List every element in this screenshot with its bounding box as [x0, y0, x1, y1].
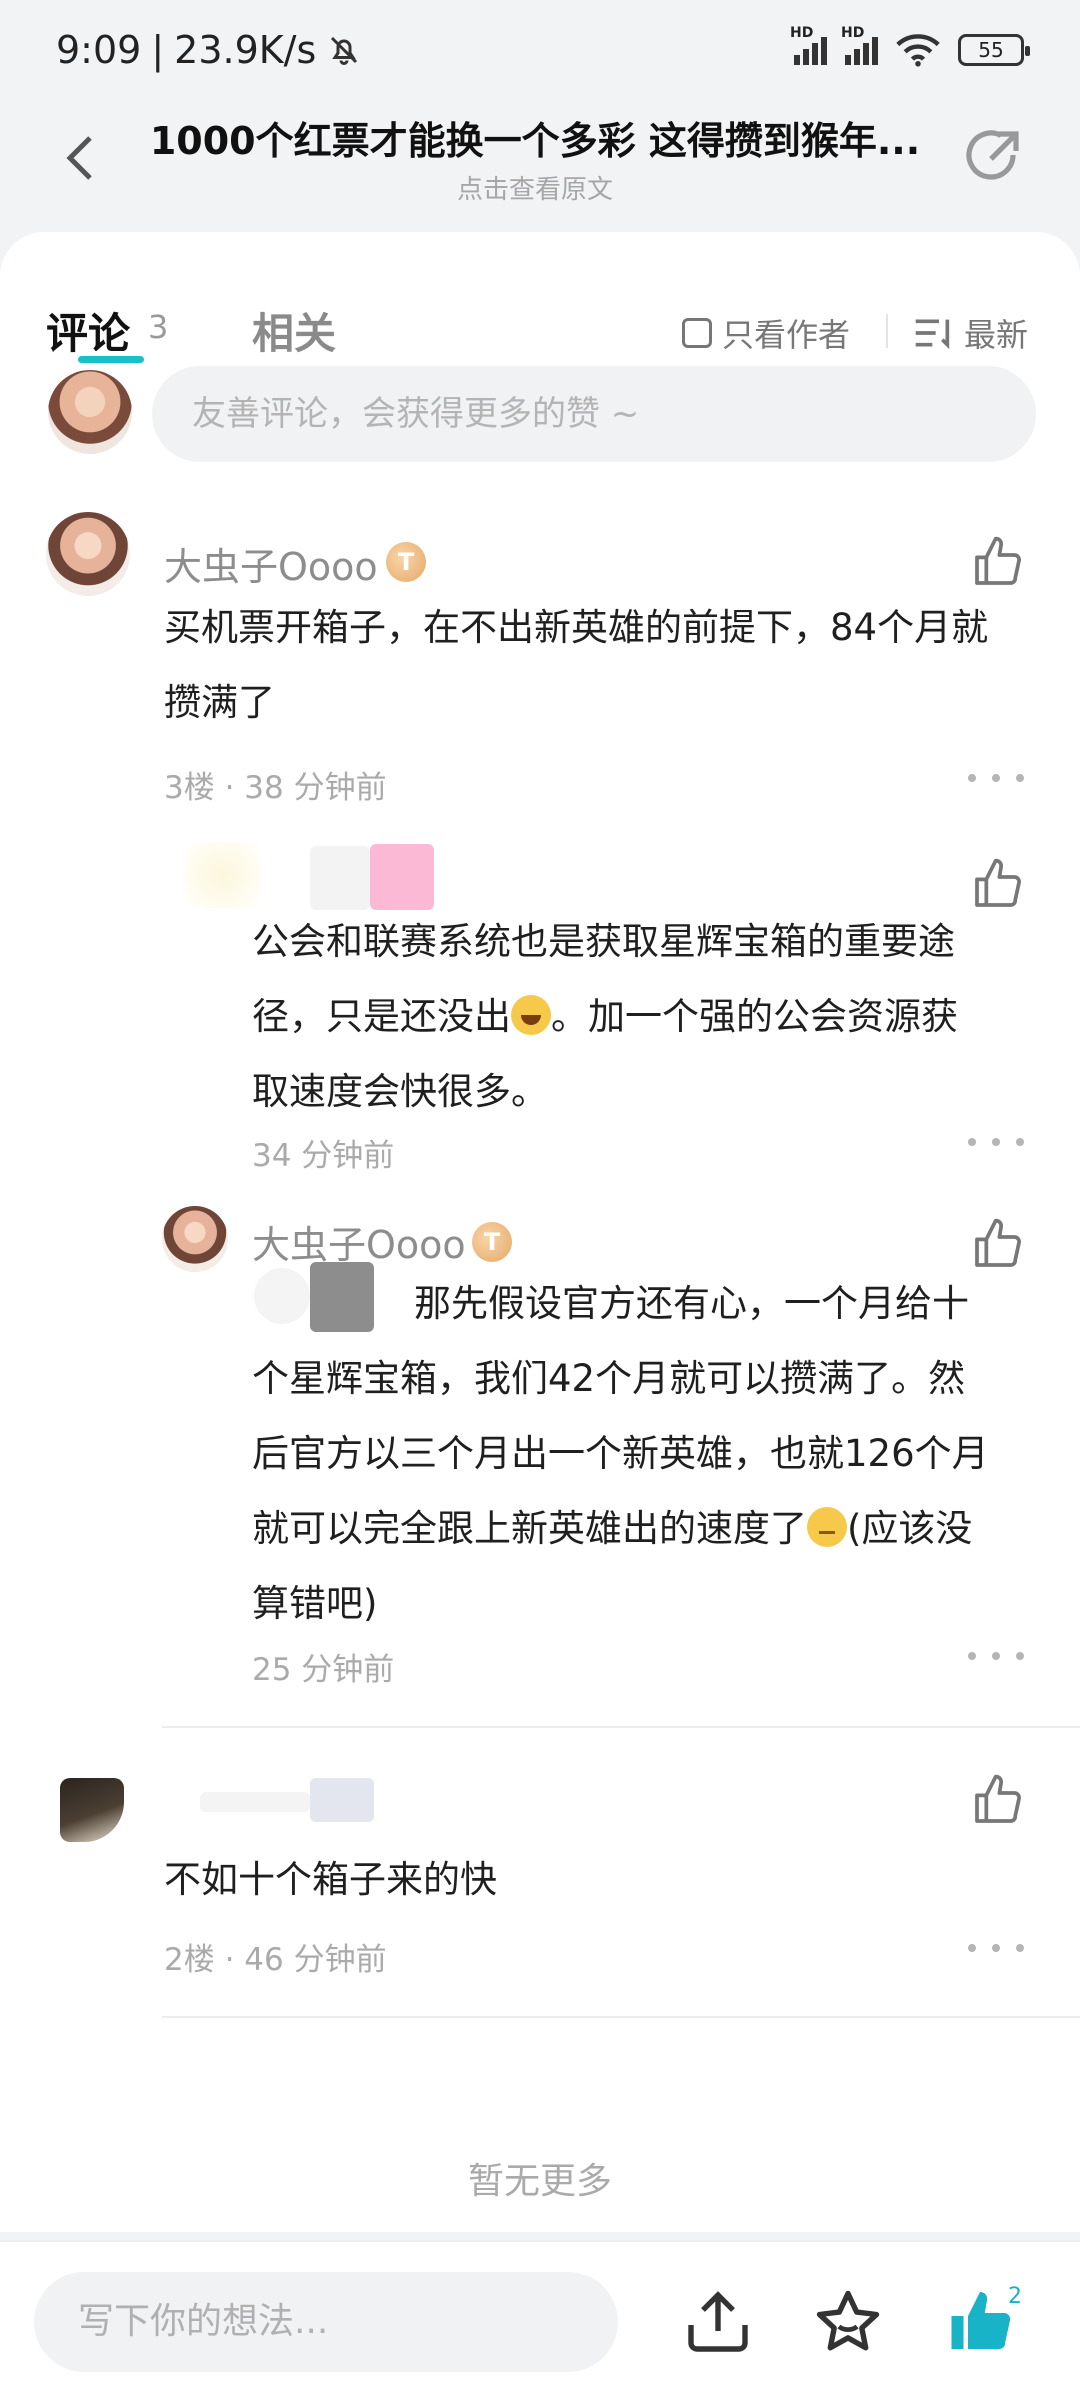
upload-icon[interactable]	[682, 2286, 754, 2358]
blurred-username[interactable]	[310, 846, 370, 910]
like-count: 2	[1008, 2284, 1022, 2309]
avatar[interactable]	[60, 1778, 124, 1842]
wifi-icon	[896, 34, 940, 67]
tab-bar: 评论 3 相关 只看作者 最新	[0, 262, 1080, 358]
comment-username[interactable]: 大虫子Oooo	[164, 536, 378, 591]
more-icon[interactable]	[968, 1936, 1024, 1960]
share-icon	[966, 130, 1019, 180]
write-comment-input[interactable]: 写下你的想法...	[34, 2272, 618, 2372]
comment-input-row: 友善评论，会获得更多的赞 ~	[0, 360, 1080, 480]
comment-divider	[162, 1726, 1080, 1728]
more-icon[interactable]	[968, 766, 1024, 790]
comment-divider	[162, 2016, 1080, 2018]
comments-count: 3	[148, 308, 169, 346]
more-icon[interactable]	[968, 1644, 1024, 1668]
comments-sheet: 评论 3 相关 只看作者 最新 友善评论，会获得更多的赞 ~ 大虫子Oooo T…	[0, 232, 1080, 2232]
user-level-badge: T	[472, 1222, 512, 1262]
tab-related[interactable]: 相关	[252, 300, 336, 361]
share-button[interactable]	[960, 124, 1026, 190]
sort-label: 最新	[964, 316, 1029, 354]
my-avatar	[48, 370, 132, 454]
tab-comments[interactable]: 评论	[46, 300, 130, 361]
divider	[886, 314, 888, 348]
post-title: 1000个红票才能换一个多彩 这得攒到猴年...	[149, 119, 921, 163]
back-button[interactable]	[50, 128, 110, 188]
user-level-badge: T	[386, 542, 426, 582]
sort-button[interactable]: 最新	[914, 310, 1028, 356]
thumbs-up-icon[interactable]	[970, 1216, 1026, 1272]
laughing-emoji-icon	[511, 995, 551, 1035]
network-speed: 23.9K/s	[174, 28, 317, 72]
reply-body: 公会和联赛系统也是获取星辉宝箱的重要途 径，只是还没出 。加一个强的公会资源获 取…	[252, 920, 958, 1113]
sort-icon	[915, 319, 950, 350]
signal-2-icon: HD	[841, 25, 878, 65]
back-arrow-icon	[66, 136, 92, 180]
checkbox-icon[interactable]	[682, 318, 712, 348]
thumbs-up-filled-icon[interactable]	[944, 2286, 1016, 2358]
reply-meta: 25 分钟前	[252, 1652, 395, 1688]
view-original-link[interactable]: 点击查看原文	[140, 169, 930, 206]
smirk-emoji-icon	[807, 1507, 847, 1547]
battery-icon: 55	[958, 34, 1030, 66]
avatar[interactable]	[46, 512, 130, 596]
blurred-avatar[interactable]	[184, 842, 260, 908]
avatar[interactable]	[162, 1206, 228, 1272]
comment-meta: 3楼 · 38 分钟前	[164, 770, 387, 806]
more-icon[interactable]	[968, 1130, 1024, 1154]
thumbs-up-icon[interactable]	[970, 534, 1026, 590]
star-icon[interactable]	[812, 2286, 884, 2358]
clock: 9:09	[56, 28, 142, 72]
signal-1-icon: HD	[790, 25, 827, 65]
mute-bell-icon	[331, 36, 358, 65]
bottom-bar: 写下你的想法... 2	[0, 2240, 1080, 2400]
post-title-area[interactable]: 1000个红票才能换一个多彩 这得攒到猴年... 点击查看原文	[140, 110, 930, 206]
blurred-username	[370, 844, 434, 910]
reply-meta: 34 分钟前	[252, 1138, 395, 1174]
thumbs-up-icon[interactable]	[970, 1772, 1026, 1828]
reply-body: 那先假设官方还有心，一个月给十 个星辉宝箱，我们42个月就可以攒满了。然 后官方…	[252, 1282, 989, 1625]
comment-body: 买机票开箱子，在不出新英雄的前提下，84个月就 攒满了	[164, 606, 989, 724]
comment-body: 不如十个箱子来的快	[164, 1858, 497, 1901]
blurred-username[interactable]	[200, 1792, 310, 1812]
author-only-label: 只看作者	[722, 316, 851, 354]
no-more-text: 暂无更多	[467, 2161, 612, 2202]
reply-username[interactable]: 大虫子Oooo	[252, 1214, 466, 1269]
blurred-username	[310, 1778, 374, 1822]
comment-input[interactable]: 友善评论，会获得更多的赞 ~	[152, 366, 1036, 462]
top-bar: 1000个红票才能换一个多彩 这得攒到猴年... 点击查看原文	[0, 100, 1080, 230]
status-bar: 9:09 | 23.9K/s HD HD 55	[0, 0, 1080, 100]
comment-meta: 2楼 · 46 分钟前	[164, 1942, 387, 1978]
author-only-toggle[interactable]: 只看作者	[682, 310, 850, 356]
